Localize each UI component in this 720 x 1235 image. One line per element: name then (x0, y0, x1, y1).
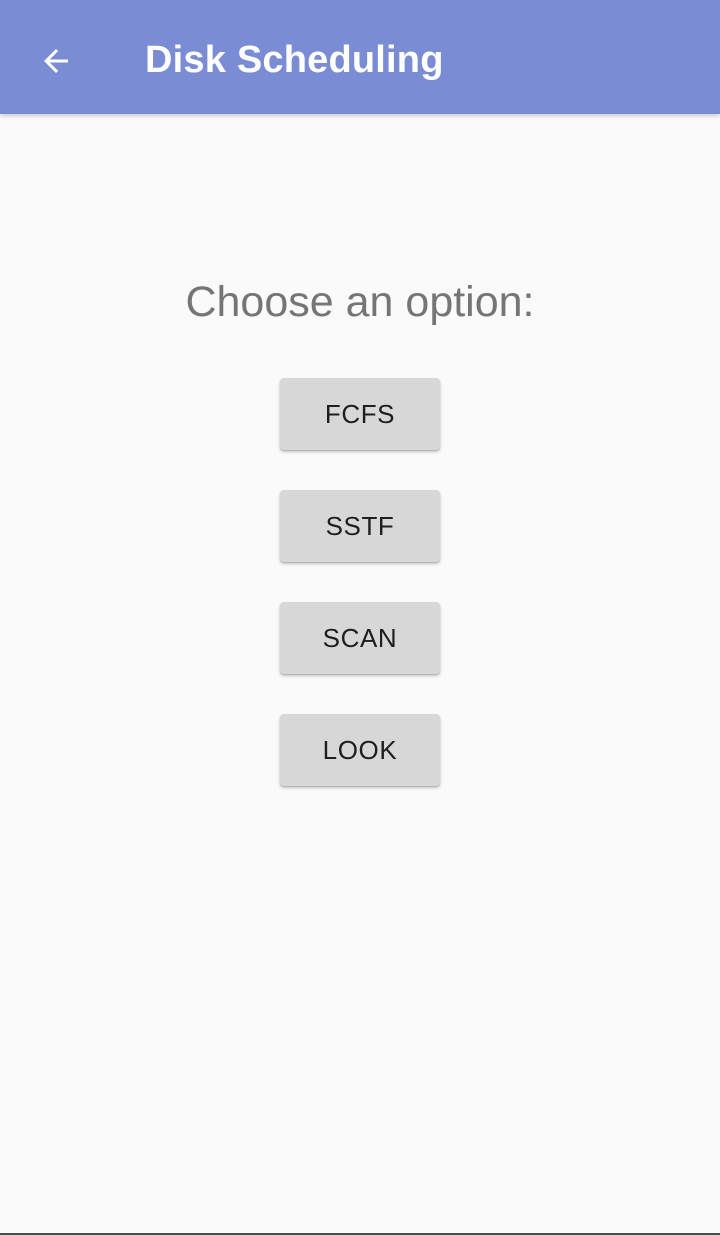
back-button[interactable] (28, 33, 84, 89)
fcfs-button-label: FCFS (324, 398, 396, 429)
look-button-label: LOOK (322, 734, 398, 765)
arrow-left-icon (44, 49, 68, 73)
app-title: Disk Scheduling (145, 39, 444, 81)
fcfs-button[interactable]: FCFS (280, 378, 440, 450)
sstf-button[interactable]: SSTF (280, 490, 440, 562)
app-bar: Disk Scheduling (0, 0, 720, 114)
look-button[interactable]: LOOK (280, 714, 440, 786)
scan-button-label: SCAN (322, 622, 398, 653)
sstf-button-label: SSTF (325, 510, 395, 541)
scan-button[interactable]: SCAN (280, 602, 440, 674)
main-content: Choose an option: FCFS SSTF SCAN LOOK (0, 114, 720, 1234)
prompt-text: Choose an option: (185, 278, 535, 326)
